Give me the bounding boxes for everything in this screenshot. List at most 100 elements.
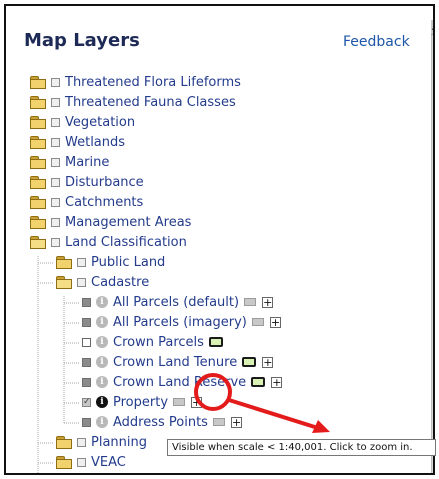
folder-icon bbox=[30, 196, 46, 209]
folder-icon bbox=[30, 216, 46, 229]
checkbox[interactable] bbox=[82, 337, 91, 347]
layer-label: Crown Land Tenure bbox=[113, 354, 238, 370]
scroll-up-arrow-icon[interactable]: ▲ bbox=[431, 20, 433, 35]
layer-group-land-classification[interactable]: Land Classification bbox=[30, 232, 187, 252]
folder-icon bbox=[30, 156, 46, 169]
checkbox[interactable] bbox=[51, 77, 60, 87]
folder-icon bbox=[30, 176, 46, 189]
layer-crown-land-reserve[interactable]: i Crown Land Reserve + bbox=[82, 372, 283, 392]
checkbox[interactable] bbox=[51, 177, 60, 187]
layer-group-threatened-flora[interactable]: Threatened Flora Lifeforms bbox=[30, 72, 241, 92]
layer-group-cadastre[interactable]: Cadastre bbox=[56, 272, 149, 292]
layer-label: All Parcels (imagery) bbox=[113, 314, 247, 330]
layer-label: Cadastre bbox=[91, 274, 150, 290]
checkbox[interactable] bbox=[51, 157, 60, 167]
layer-group-catchments[interactable]: Catchments bbox=[30, 192, 143, 212]
tag-legend-icon bbox=[208, 337, 223, 347]
layer-label: Planning bbox=[91, 434, 147, 450]
vertical-scrollbar[interactable] bbox=[431, 20, 433, 473]
layer-label: Crown Land Reserve bbox=[113, 374, 247, 390]
tag-legend-icon bbox=[242, 357, 257, 367]
legend-swatch-icon bbox=[251, 318, 264, 326]
checkbox[interactable] bbox=[51, 217, 60, 227]
layer-label: Catchments bbox=[65, 194, 144, 210]
checkbox[interactable] bbox=[77, 437, 86, 447]
layer-group-public-land[interactable]: Public Land bbox=[56, 252, 165, 272]
layer-label: Vegetation bbox=[65, 114, 136, 130]
layer-crown-land-tenure[interactable]: i Crown Land Tenure + bbox=[82, 352, 274, 372]
zoom-plus-button[interactable]: + bbox=[262, 356, 274, 368]
layer-group-vegetation[interactable]: Vegetation bbox=[30, 112, 135, 132]
checkbox[interactable] bbox=[51, 97, 60, 107]
info-icon[interactable]: i bbox=[96, 396, 108, 408]
checkbox[interactable] bbox=[51, 197, 60, 207]
checkbox[interactable] bbox=[77, 277, 86, 287]
layer-label: Threatened Flora Lifeforms bbox=[65, 74, 241, 90]
checkbox[interactable] bbox=[51, 117, 60, 127]
legend-swatch-icon bbox=[212, 418, 225, 426]
checkbox[interactable] bbox=[51, 137, 60, 147]
layer-label: Address Points bbox=[113, 414, 208, 430]
layer-group-marine[interactable]: Marine bbox=[30, 152, 109, 172]
folder-icon bbox=[56, 436, 72, 449]
info-icon[interactable]: i bbox=[96, 296, 108, 308]
info-icon[interactable]: i bbox=[96, 416, 108, 428]
layer-group-planning[interactable]: Planning bbox=[56, 432, 147, 452]
checkbox-disabled[interactable] bbox=[82, 317, 91, 327]
layer-label: Crown Parcels bbox=[113, 334, 204, 350]
layer-all-parcels-imagery[interactable]: i All Parcels (imagery) + bbox=[82, 312, 281, 332]
checkbox-checked[interactable]: ✓ bbox=[82, 397, 91, 407]
checkbox[interactable] bbox=[77, 457, 86, 467]
zoom-plus-button[interactable]: + bbox=[271, 376, 283, 388]
layer-label: Threatened Fauna Classes bbox=[65, 94, 236, 110]
layer-group-wetlands[interactable]: Wetlands bbox=[30, 132, 125, 152]
layer-label: All Parcels (default) bbox=[113, 294, 240, 310]
checkbox-disabled[interactable] bbox=[82, 357, 91, 367]
panel-title: Map Layers bbox=[24, 30, 140, 51]
info-icon[interactable]: i bbox=[96, 336, 108, 348]
layer-crown-parcels[interactable]: i Crown Parcels bbox=[82, 332, 223, 352]
layer-label: Public Land bbox=[91, 254, 166, 270]
folder-icon bbox=[56, 256, 72, 269]
checkbox[interactable] bbox=[77, 257, 86, 267]
layer-label: VEAC bbox=[91, 454, 126, 470]
zoom-plus-button[interactable]: + bbox=[230, 416, 242, 428]
checkbox[interactable] bbox=[51, 237, 60, 247]
folder-open-icon bbox=[30, 236, 46, 249]
zoom-plus-button[interactable]: + bbox=[262, 296, 274, 308]
info-icon[interactable]: i bbox=[96, 376, 108, 388]
folder-icon bbox=[30, 116, 46, 129]
legend-swatch-icon bbox=[244, 298, 257, 306]
layer-group-veac[interactable]: VEAC bbox=[56, 452, 126, 472]
info-icon[interactable]: i bbox=[96, 356, 108, 368]
layer-label: Land Classification bbox=[65, 234, 187, 250]
info-icon[interactable]: i bbox=[96, 316, 108, 328]
layer-label: Wetlands bbox=[65, 134, 126, 150]
feedback-link[interactable]: Feedback bbox=[343, 34, 410, 50]
panel-header: Map Layers Feedback bbox=[6, 6, 431, 66]
folder-icon bbox=[30, 96, 46, 109]
layer-group-disturbance[interactable]: Disturbance bbox=[30, 172, 144, 192]
legend-swatch-icon bbox=[173, 398, 186, 406]
layer-all-parcels-default[interactable]: i All Parcels (default) + bbox=[82, 292, 274, 312]
folder-icon bbox=[30, 136, 46, 149]
layer-address-points[interactable]: i Address Points + bbox=[82, 412, 242, 432]
layer-label: Disturbance bbox=[65, 174, 144, 190]
zoom-tooltip: Visible when scale < 1:40,001. Click to … bbox=[167, 439, 436, 456]
map-layers-panel: Map Layers Feedback ▲ bbox=[4, 4, 435, 475]
folder-icon bbox=[30, 76, 46, 89]
layer-group-threatened-fauna[interactable]: Threatened Fauna Classes bbox=[30, 92, 236, 112]
folder-icon bbox=[56, 456, 72, 469]
layer-label: Marine bbox=[65, 154, 110, 170]
layer-label: Property bbox=[113, 394, 169, 410]
layer-tree: Threatened Flora Lifeforms Threatened Fa… bbox=[6, 66, 431, 473]
checkbox-disabled[interactable] bbox=[82, 377, 91, 387]
checkbox-disabled[interactable] bbox=[82, 297, 91, 307]
checkbox-disabled[interactable] bbox=[82, 417, 91, 427]
zoom-plus-button[interactable]: + bbox=[269, 316, 281, 328]
layer-property[interactable]: ✓ i Property + bbox=[82, 392, 203, 412]
folder-open-icon bbox=[56, 276, 72, 289]
zoom-plus-button[interactable]: + bbox=[191, 396, 203, 408]
layer-label: Management Areas bbox=[65, 214, 192, 230]
layer-group-management-areas[interactable]: Management Areas bbox=[30, 212, 191, 232]
